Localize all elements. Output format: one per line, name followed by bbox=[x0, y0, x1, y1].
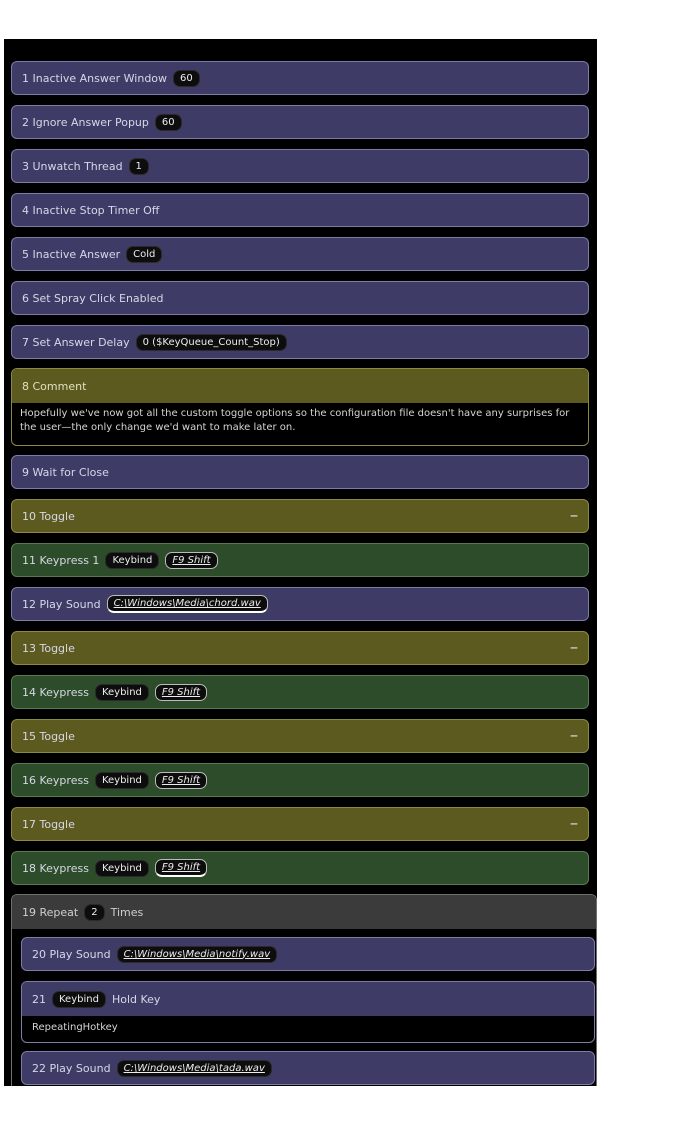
comment-body: Hopefully we've now got all the custom t… bbox=[20, 408, 570, 433]
toggle-row-15[interactable]: 15 Toggle − bbox=[11, 719, 589, 753]
keypress-detail: RepeatingHotkey bbox=[32, 1022, 118, 1033]
toggle-row-13[interactable]: 13 Toggle − bbox=[11, 631, 589, 665]
value-pill: 1 bbox=[128, 157, 149, 175]
step-row-5[interactable]: 5 Inactive Answer Cold bbox=[11, 237, 589, 271]
step-row-2[interactable]: 2 Ignore Answer Popup 60 bbox=[11, 105, 589, 139]
toggle-row-10[interactable]: 10 Toggle − bbox=[11, 499, 589, 533]
step-label: 18 Keypress bbox=[22, 861, 89, 875]
keypress-row-14[interactable]: 14 Keypress Keybind F9 Shift bbox=[11, 675, 589, 709]
value-pill: 60 bbox=[173, 69, 200, 87]
value-pill: 0 ($KeyQueue_Count_Stop) bbox=[135, 333, 287, 351]
collapse-icon[interactable]: − bbox=[570, 641, 578, 656]
keybind-pill: Keybind bbox=[52, 990, 106, 1008]
keybind-pill: Keybind bbox=[94, 683, 149, 701]
step-row-6[interactable]: 6 Set Spray Click Enabled bbox=[11, 281, 589, 315]
step-label: 17 Toggle bbox=[22, 817, 75, 831]
step-row-1[interactable]: 1 Inactive Answer Window 60 bbox=[11, 61, 589, 95]
step-label: 20 Play Sound bbox=[32, 947, 111, 961]
comment-header[interactable]: 8 Comment bbox=[12, 369, 588, 403]
step-label: 6 Set Spray Click Enabled bbox=[22, 291, 164, 305]
comment-step[interactable]: 8 Comment Hopefully we've now got all th… bbox=[11, 368, 589, 446]
collapse-icon[interactable]: − bbox=[570, 817, 578, 832]
step-row-4[interactable]: 4 Inactive Stop Timer Off bbox=[11, 193, 589, 227]
collapse-icon[interactable]: − bbox=[570, 509, 578, 524]
step-row-3[interactable]: 3 Unwatch Thread 1 bbox=[11, 149, 589, 183]
step-label: 16 Keypress bbox=[22, 773, 89, 787]
repeat-group[interactable]: 19 Repeat 2 Times 20 Play Sound C:\Windo… bbox=[11, 894, 597, 1086]
step-label: 11 Keypress 1 bbox=[22, 553, 100, 567]
step-number: 21 bbox=[32, 992, 46, 1006]
repeat-header[interactable]: 19 Repeat 2 Times bbox=[12, 895, 596, 929]
key-combo-pill: F9 Shift bbox=[165, 551, 218, 569]
step-label: 2 Ignore Answer Popup bbox=[22, 115, 149, 129]
sound-row-20[interactable]: 20 Play Sound C:\Windows\Media\notify.wa… bbox=[21, 937, 595, 971]
step-label: 13 Toggle bbox=[22, 641, 75, 655]
keybind-pill: Keybind bbox=[105, 551, 160, 569]
keybind-pill: Keybind bbox=[94, 859, 149, 877]
repeat-count-pill[interactable]: 2 bbox=[84, 903, 105, 921]
step-row-9[interactable]: 9 Wait for Close bbox=[11, 455, 589, 489]
key-combo-pill: F9 Shift bbox=[154, 859, 208, 877]
keybind-pill: Keybind bbox=[94, 771, 149, 789]
step-label: 5 Inactive Answer bbox=[22, 247, 121, 261]
sound-path-pill: C:\Windows\Media\chord.wav bbox=[106, 595, 268, 613]
step-label: 4 Inactive Stop Timer Off bbox=[22, 203, 160, 217]
step-label: 14 Keypress bbox=[22, 685, 89, 699]
keypress-row-11[interactable]: 11 Keypress 1 Keybind F9 Shift bbox=[11, 543, 589, 577]
key-combo-pill: F9 Shift bbox=[154, 771, 208, 789]
keypress-row-21[interactable]: 21 Keybind Hold Key RepeatingHotkey bbox=[21, 981, 595, 1043]
step-label: 7 Set Answer Delay bbox=[22, 335, 130, 349]
comment-title: 8 Comment bbox=[22, 379, 87, 393]
step-label: 12 Play Sound bbox=[22, 597, 101, 611]
step-label: 1 Inactive Answer Window bbox=[22, 71, 168, 85]
value-pill: Cold bbox=[126, 245, 163, 263]
step-label: 3 Unwatch Thread bbox=[22, 159, 123, 173]
step-label: 9 Wait for Close bbox=[22, 465, 109, 479]
value-pill: 60 bbox=[154, 113, 182, 131]
keypress-header[interactable]: 21 Keybind Hold Key bbox=[22, 982, 594, 1016]
step-label: 15 Toggle bbox=[22, 729, 75, 743]
step-row-7[interactable]: 7 Set Answer Delay 0 ($KeyQueue_Count_St… bbox=[11, 325, 589, 359]
sound-row-12[interactable]: 12 Play Sound C:\Windows\Media\chord.wav bbox=[11, 587, 589, 621]
sound-row-22[interactable]: 22 Play Sound C:\Windows\Media\tada.wav bbox=[21, 1051, 595, 1085]
key-combo-pill: F9 Shift bbox=[154, 683, 208, 701]
sound-path-pill: C:\Windows\Media\tada.wav bbox=[116, 1059, 272, 1077]
keypress-row-16[interactable]: 16 Keypress Keybind F9 Shift bbox=[11, 763, 589, 797]
step-label: 19 Repeat bbox=[22, 905, 79, 919]
toggle-row-17[interactable]: 17 Toggle − bbox=[11, 807, 589, 841]
step-label: 10 Toggle bbox=[22, 509, 75, 523]
repeat-suffix: Times bbox=[110, 905, 144, 919]
sound-path-pill: C:\Windows\Media\notify.wav bbox=[116, 945, 278, 963]
step-label: 22 Play Sound bbox=[32, 1061, 111, 1075]
macro-step-list: 1 Inactive Answer Window 60 2 Ignore Ans… bbox=[4, 39, 597, 1086]
collapse-icon[interactable]: − bbox=[570, 729, 578, 744]
keypress-row-18[interactable]: 18 Keypress Keybind F9 Shift bbox=[11, 851, 589, 885]
step-label: Hold Key bbox=[111, 992, 161, 1006]
